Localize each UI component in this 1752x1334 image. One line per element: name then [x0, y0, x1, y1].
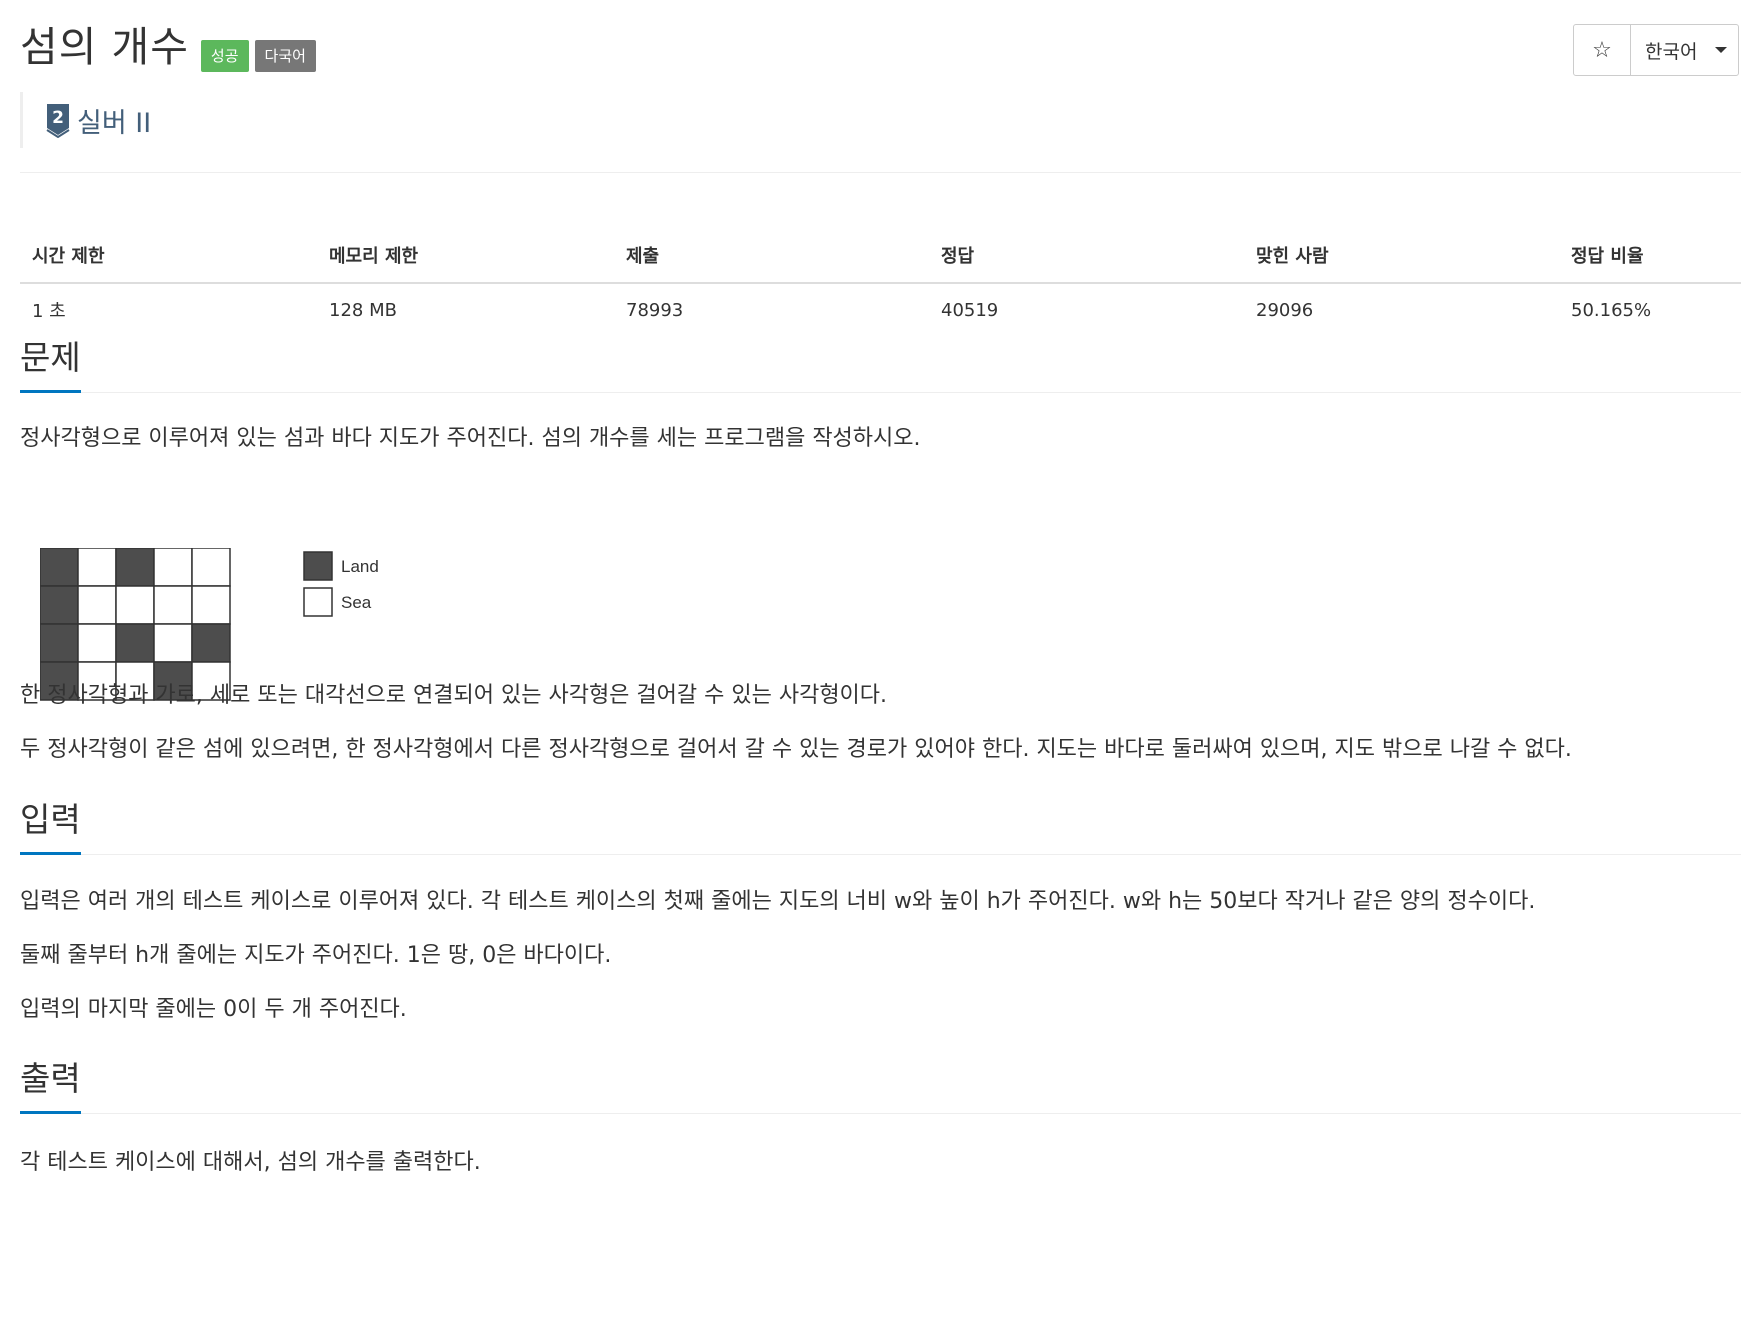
map-cell-land: [40, 548, 79, 587]
section-output-header: 출력: [20, 1057, 1741, 1114]
title-row: 섬의 개수 성공 다국어: [20, 22, 316, 72]
problem-info-table: 시간 제한 메모리 제한 제출 정답 맞힌 사람 정답 비율 1 초 128 M…: [20, 228, 1741, 336]
input-paragraph-3: 입력의 마지막 줄에는 0이 두 개 주어진다.: [20, 997, 407, 1022]
th-accepted: 정답: [929, 228, 1244, 284]
td-memory-limit: 128 MB: [329, 299, 397, 321]
map-cell-land: [40, 623, 79, 663]
output-paragraph-1: 각 테스트 케이스에 대해서, 섬의 개수를 출력한다.: [20, 1150, 481, 1175]
section-rule: [20, 1113, 1741, 1114]
map-cell-sea: [153, 548, 193, 587]
page-title: 섬의 개수: [20, 23, 189, 71]
td-ratio: 50.165%: [1571, 299, 1652, 321]
map-cell-land: [40, 585, 79, 625]
td-time-limit: 1 초: [32, 301, 66, 322]
section-title-problem: 문제: [20, 336, 81, 393]
map-cell-land: [115, 623, 155, 663]
legend-sea-label: Sea: [341, 593, 372, 612]
map-cell-sea: [77, 548, 117, 587]
star-outline-icon: ☆: [1592, 37, 1612, 63]
language-dropdown[interactable]: 한국어: [1631, 25, 1738, 75]
map-cell-land: [191, 623, 231, 663]
tier-number: 2: [52, 108, 64, 128]
tier-box: 2 실버 II: [20, 92, 151, 148]
legend-land-swatch: [303, 551, 333, 581]
problem-paragraph-1: 정사각형으로 이루어져 있는 섬과 바다 지도가 주어진다. 섬의 개수를 세는…: [20, 426, 921, 451]
section-title-output: 출력: [20, 1057, 81, 1114]
problem-paragraph-3: 두 정사각형이 같은 섬에 있으려면, 한 정사각형에서 다른 정사각형으로 걸…: [20, 737, 1572, 762]
th-submissions: 제출: [614, 228, 929, 284]
status-badge-success: 성공: [200, 40, 249, 72]
language-label: 한국어: [1645, 40, 1698, 63]
tier-label[interactable]: 실버 II: [77, 101, 151, 140]
map-grid: [40, 548, 231, 701]
problem-actions: ☆ 한국어: [1573, 24, 1739, 76]
map-cell-land: [115, 548, 155, 587]
th-time-limit: 시간 제한: [20, 228, 317, 284]
th-ratio: 정답 비율: [1559, 228, 1741, 284]
input-paragraph-2: 둘째 줄부터 h개 줄에는 지도가 주어진다. 1은 땅, 0은 바다이다.: [20, 943, 612, 968]
section-problem-header: 문제: [20, 336, 1741, 393]
header-divider: [20, 172, 1741, 173]
tier-silver-icon: 2: [46, 104, 70, 138]
map-cell-sea: [153, 623, 193, 663]
th-memory-limit: 메모리 제한: [317, 228, 614, 284]
caret-down-icon: [1715, 47, 1728, 53]
legend-land-label: Land: [341, 557, 379, 576]
th-solvers: 맞힌 사람: [1244, 228, 1559, 284]
map-cell-sea: [191, 585, 231, 625]
td-solvers: 29096: [1256, 299, 1314, 321]
td-accepted: 40519: [941, 299, 999, 321]
table-header-row: 시간 제한 메모리 제한 제출 정답 맞힌 사람 정답 비율: [20, 228, 1741, 284]
td-submissions[interactable]: 78993: [614, 283, 929, 336]
status-badge-multilang[interactable]: 다국어: [254, 40, 316, 72]
map-cell-sea: [115, 585, 155, 625]
section-rule: [20, 854, 1741, 855]
map-cell-sea: [77, 623, 117, 663]
table-row: 1 초 128 MB 78993 40519 29096 50.165%: [20, 283, 1741, 336]
section-rule: [20, 392, 1741, 393]
problem-paragraph-2: 한 정사각형과 가로, 세로 또는 대각선으로 연결되어 있는 사각형은 걸어갈…: [20, 683, 888, 708]
input-paragraph-1: 입력은 여러 개의 테스트 케이스로 이루어져 있다. 각 테스트 케이스의 첫…: [20, 889, 1536, 914]
map-cell-sea: [191, 548, 231, 587]
star-button[interactable]: ☆: [1574, 25, 1631, 75]
map-cell-sea: [77, 585, 117, 625]
section-input-header: 입력: [20, 798, 1741, 855]
legend-sea-swatch: [303, 587, 333, 617]
section-title-input: 입력: [20, 798, 81, 855]
map-cell-sea: [153, 585, 193, 625]
